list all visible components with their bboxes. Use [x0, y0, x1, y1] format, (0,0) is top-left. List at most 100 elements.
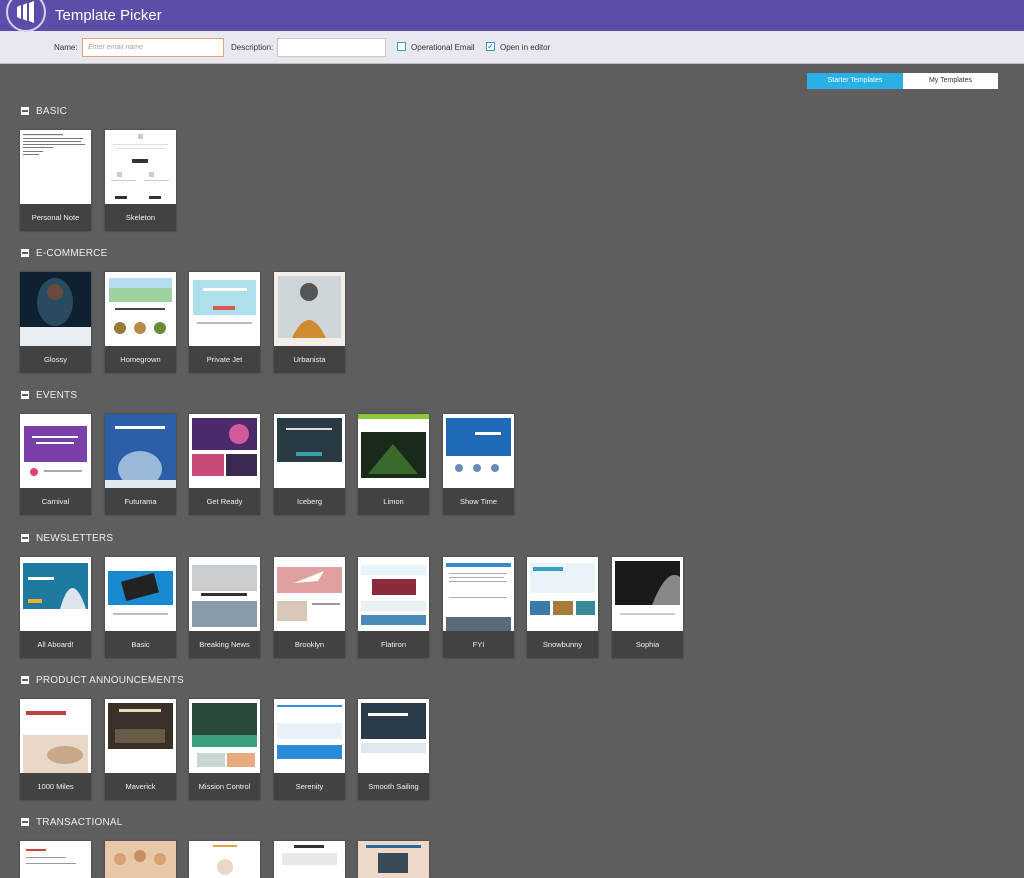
- template-thumbnail: [274, 272, 345, 346]
- template-thumbnail: [105, 414, 176, 488]
- template-card[interactable]: Show Time: [443, 414, 514, 515]
- section-title: BASIC: [36, 105, 68, 117]
- collapse-icon[interactable]: [21, 249, 29, 257]
- template-card[interactable]: Futurama: [105, 414, 176, 515]
- template-card[interactable]: Breaking News: [189, 557, 260, 658]
- name-label: Name:: [54, 43, 78, 52]
- section-title: E-COMMERCE: [36, 247, 108, 259]
- template-name: Urbanista: [274, 346, 345, 373]
- template-card[interactable]: [274, 841, 345, 878]
- section-title: NEWSLETTERS: [36, 532, 114, 544]
- collapse-icon[interactable]: [21, 107, 29, 115]
- description-input[interactable]: [277, 38, 386, 57]
- template-card[interactable]: Basic: [105, 557, 176, 658]
- template-name: Maverick: [105, 773, 176, 800]
- template-thumbnail: [20, 557, 91, 631]
- template-thumbnail: [527, 557, 598, 631]
- template-card[interactable]: Get Ready: [189, 414, 260, 515]
- template-thumbnail: [20, 414, 91, 488]
- section-header[interactable]: TRANSACTIONAL: [21, 816, 123, 828]
- operational-email-checkbox[interactable]: [397, 42, 406, 51]
- template-thumbnail: [358, 414, 429, 488]
- collapse-icon[interactable]: [21, 534, 29, 542]
- template-card[interactable]: Skeleton: [105, 130, 176, 231]
- template-card[interactable]: 1000 Miles: [20, 699, 91, 800]
- template-name: 1000 Miles: [20, 773, 91, 800]
- template-card[interactable]: Iceberg: [274, 414, 345, 515]
- template-thumbnail: [358, 841, 429, 878]
- app-title: Template Picker: [55, 7, 162, 24]
- template-card[interactable]: Limon: [358, 414, 429, 515]
- template-card[interactable]: Smooth Sailing: [358, 699, 429, 800]
- collapse-icon[interactable]: [21, 818, 29, 826]
- template-card[interactable]: All Aboard!: [20, 557, 91, 658]
- template-card[interactable]: Serenity: [274, 699, 345, 800]
- template-thumbnail: [105, 699, 176, 773]
- section-header[interactable]: E-COMMERCE: [21, 247, 107, 259]
- template-card[interactable]: Snowbunny: [527, 557, 598, 658]
- template-name: Basic: [105, 631, 176, 658]
- template-thumbnail: [274, 699, 345, 773]
- template-name: Breaking News: [189, 631, 260, 658]
- template-name: Snowbunny: [527, 631, 598, 658]
- tab-starter-templates[interactable]: Starter Templates: [807, 73, 903, 89]
- template-thumbnail: [105, 130, 176, 204]
- template-name: Smooth Sailing: [358, 773, 429, 800]
- template-card[interactable]: Personal Note: [20, 130, 91, 231]
- template-thumbnail: [105, 841, 176, 878]
- toolbar: Name: Description: Operational Email ✓ O…: [0, 31, 1024, 64]
- template-thumbnail: [358, 699, 429, 773]
- template-name: Get Ready: [189, 488, 260, 515]
- tab-my-templates[interactable]: My Templates: [903, 73, 998, 89]
- template-name: Show Time: [443, 488, 514, 515]
- template-name: Brooklyn: [274, 631, 345, 658]
- section-header[interactable]: EVENTS: [21, 389, 77, 401]
- template-name: FYI: [443, 631, 514, 658]
- template-card[interactable]: [105, 841, 176, 878]
- template-name: Homegrown: [105, 346, 176, 373]
- open-in-editor-checkbox[interactable]: ✓: [486, 42, 495, 51]
- open-in-editor-label: Open in editor: [500, 43, 551, 52]
- title-bar: Template Picker: [0, 0, 1024, 31]
- email-name-input[interactable]: [82, 38, 224, 57]
- collapse-icon[interactable]: [21, 676, 29, 684]
- template-name: Glossy: [20, 346, 91, 373]
- template-card[interactable]: Sophia: [612, 557, 683, 658]
- template-thumbnail: [189, 272, 260, 346]
- template-thumbnail: [189, 557, 260, 631]
- template-name: Personal Note: [20, 204, 91, 231]
- section-header[interactable]: NEWSLETTERS: [21, 532, 113, 544]
- section-header[interactable]: BASIC: [21, 105, 67, 117]
- operational-email-label: Operational Email: [411, 43, 475, 52]
- template-thumbnail: [612, 557, 683, 631]
- template-thumbnail: [20, 130, 91, 204]
- template-name: Flatiron: [358, 631, 429, 658]
- section-title: PRODUCT ANNOUNCEMENTS: [36, 674, 184, 686]
- collapse-icon[interactable]: [21, 391, 29, 399]
- template-card[interactable]: Private Jet: [189, 272, 260, 373]
- template-thumbnail: [189, 699, 260, 773]
- template-card[interactable]: [189, 841, 260, 878]
- description-label: Description:: [231, 43, 274, 52]
- template-name: Carnival: [20, 488, 91, 515]
- template-card[interactable]: [358, 841, 429, 878]
- template-card[interactable]: Maverick: [105, 699, 176, 800]
- template-card[interactable]: Homegrown: [105, 272, 176, 373]
- template-thumbnail: [105, 272, 176, 346]
- template-thumbnail: [443, 414, 514, 488]
- template-card[interactable]: Mission Control: [189, 699, 260, 800]
- template-card[interactable]: [20, 841, 91, 878]
- template-card[interactable]: Glossy: [20, 272, 91, 373]
- template-name: Limon: [358, 488, 429, 515]
- template-card[interactable]: Urbanista: [274, 272, 345, 373]
- template-thumbnail: [358, 557, 429, 631]
- template-card[interactable]: Flatiron: [358, 557, 429, 658]
- template-card[interactable]: Brooklyn: [274, 557, 345, 658]
- section-title: EVENTS: [36, 389, 78, 401]
- template-thumbnail: [189, 414, 260, 488]
- template-name: Futurama: [105, 488, 176, 515]
- template-card[interactable]: FYI: [443, 557, 514, 658]
- section-header[interactable]: PRODUCT ANNOUNCEMENTS: [21, 674, 184, 686]
- template-card[interactable]: Carnival: [20, 414, 91, 515]
- template-thumbnail: [189, 841, 260, 878]
